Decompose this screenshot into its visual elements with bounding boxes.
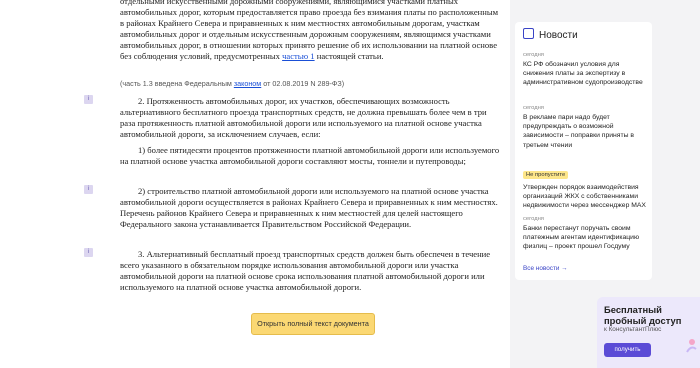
get-trial-button[interactable]: получить <box>604 343 651 357</box>
newspaper-icon <box>523 28 534 39</box>
edition-marker-icon[interactable]: i <box>84 248 93 257</box>
dont-miss-badge: Не пропустите <box>523 171 569 179</box>
paragraph-part-2: 2. Протяженность автомобильных дорог, их… <box>120 96 487 139</box>
news-text[interactable]: В рекламе пари надо будет предупреждать … <box>523 113 648 150</box>
paragraph-tail: настоящей статьи. <box>314 51 384 61</box>
decoration-icon <box>686 339 697 353</box>
news-text[interactable]: Банки перестанут поручать своим платежны… <box>523 224 648 252</box>
promo-title: Бесплатный пробный доступ <box>604 304 681 326</box>
news-text[interactable]: Утвержден порядок взаимодействия организ… <box>523 183 648 211</box>
law-link[interactable]: законом <box>234 79 261 88</box>
amendment-note: (часть 1.3 введена Федеральным законом о… <box>120 78 500 89</box>
document-area: отдельными искусственными дорожными соор… <box>0 0 510 368</box>
promo-subtitle: к КонсультантПлюс <box>604 326 662 333</box>
paragraph-part-3: 3. Альтернативный бесплатный проезд тран… <box>120 249 491 292</box>
paragraph-item-1: 1) более пятидесяти процентов протяженно… <box>120 145 500 166</box>
promo-title-line: пробный доступ <box>604 315 682 326</box>
paragraph-1-4-tail: отдельными искусственными дорожными соор… <box>120 0 500 62</box>
news-text[interactable]: КС РФ обозначил условия для снижения пла… <box>523 60 648 88</box>
edition-marker-icon[interactable]: i <box>84 95 93 104</box>
paragraph-item-2: 2) строительство платной автомобильной д… <box>120 186 498 229</box>
note-prefix: (часть 1.3 введена Федеральным <box>120 79 234 88</box>
news-item[interactable]: сегодня В рекламе пари надо будет предуп… <box>523 104 648 150</box>
note-suffix: от 02.08.2019 N 289-ФЗ) <box>261 79 345 88</box>
part-1-link[interactable]: частью 1 <box>282 51 315 61</box>
news-date: сегодня <box>523 216 544 222</box>
news-item[interactable]: сегодня Банки перестанут поручать своим … <box>523 215 648 252</box>
edition-marker-icon[interactable]: i <box>84 185 93 194</box>
news-header: Новости <box>523 28 578 41</box>
news-date: сегодня <box>523 52 544 58</box>
all-news-link[interactable]: Все новости → <box>523 265 568 272</box>
news-panel: Новости сегодня КС РФ обозначил условия … <box>515 22 652 280</box>
trial-promo: Бесплатный пробный доступ к КонсультантП… <box>597 297 700 368</box>
promo-title-line: Бесплатный <box>604 304 662 315</box>
open-full-text-button[interactable]: Открыть полный текст документа <box>251 313 375 335</box>
news-item[interactable]: Не пропустите Утвержден порядок взаимоде… <box>523 163 648 211</box>
news-item[interactable]: сегодня КС РФ обозначил условия для сниж… <box>523 51 648 88</box>
news-date: сегодня <box>523 105 544 111</box>
news-title: Новости <box>539 30 578 41</box>
